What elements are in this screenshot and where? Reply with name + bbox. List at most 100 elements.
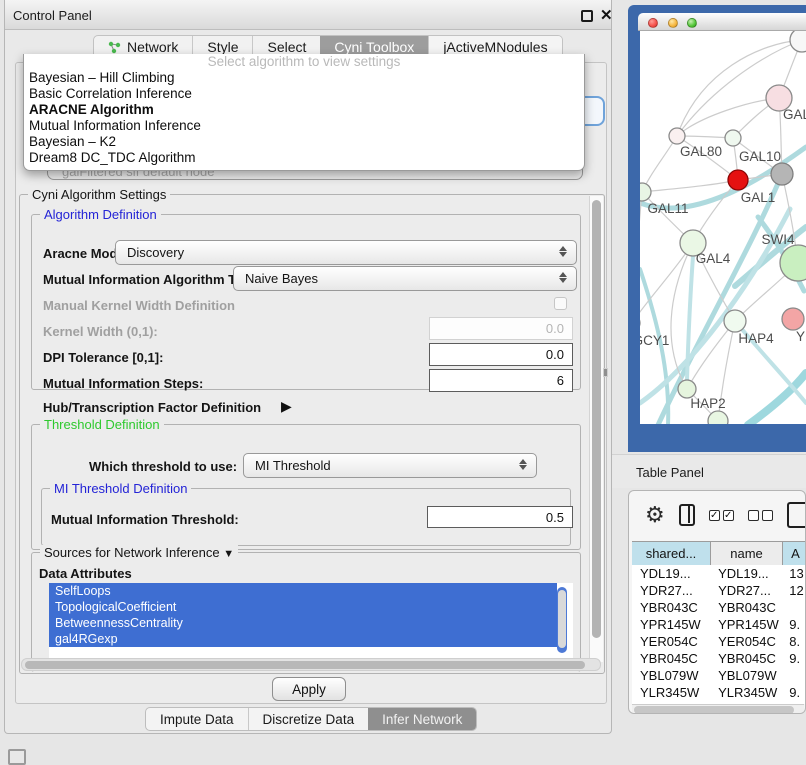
table-header-row: shared...nameA — [632, 541, 806, 566]
network-node[interactable] — [728, 170, 748, 190]
network-graph[interactable]: GAL7GAL80GAL10GAL1GAL11SWI4GAL4GCY1HAP4Y… — [640, 31, 806, 424]
table-cell: YLR345W — [710, 684, 781, 701]
scrollbar-thumb[interactable] — [25, 661, 585, 669]
apply-button[interactable]: Apply — [272, 677, 346, 701]
panel-splitter-grip[interactable] — [603, 368, 608, 377]
network-edge[interactable] — [642, 136, 677, 192]
new-table-icon[interactable] — [787, 502, 805, 528]
column-header[interactable]: shared... — [632, 542, 711, 565]
mi-steps-field[interactable]: 6 — [429, 369, 573, 392]
split-columns-icon[interactable] — [679, 504, 695, 526]
node-label: HAP4 — [738, 331, 774, 346]
data-attribute-item[interactable]: gal4RGexp — [49, 631, 557, 647]
scrollbar-thumb[interactable] — [592, 200, 601, 638]
table-cell: YDL19... — [710, 565, 781, 582]
tab-label: Cyni Toolbox — [334, 39, 414, 55]
scrollbar-thumb[interactable] — [558, 590, 566, 648]
network-view-window[interactable]: GAL7GAL80GAL10GAL1GAL11SWI4GAL4GCY1HAP4Y… — [628, 5, 806, 452]
tab-infer-network[interactable]: Infer Network — [368, 708, 476, 730]
close-traffic-light-icon[interactable] — [648, 18, 658, 28]
hub-definition-label[interactable]: Hub/Transcription Factor Definition — [43, 400, 261, 415]
expand-right-icon[interactable]: ▶ — [281, 398, 292, 415]
network-node[interactable] — [724, 310, 746, 332]
close-icon[interactable]: ✕ — [600, 6, 613, 24]
table-cell: 9. — [781, 684, 806, 701]
network-node[interactable] — [771, 163, 793, 185]
field-value: 0.5 — [546, 510, 564, 525]
table-horizontal-scrollbar[interactable] — [632, 704, 804, 714]
algorithm-option[interactable]: ARACNE Algorithm — [24, 102, 584, 118]
dpi-tolerance-field[interactable]: 0.0 — [429, 343, 573, 366]
table-row[interactable]: YLR345WYLR345W9. — [632, 684, 806, 701]
network-edge[interactable] — [642, 180, 738, 192]
attributes-list-scrollbar[interactable] — [557, 587, 567, 653]
scrollbar-thumb[interactable] — [634, 706, 794, 714]
combo-value: MI Threshold — [255, 458, 331, 473]
stepper-icon — [519, 458, 528, 471]
minimized-panel-icon[interactable] — [8, 749, 26, 765]
manual-kernel-checkbox[interactable] — [554, 297, 567, 310]
node-label: Y — [796, 329, 805, 344]
network-icon — [108, 41, 121, 54]
settings-vertical-scrollbar[interactable] — [589, 196, 603, 662]
table-row[interactable]: YDL19...YDL19...13 — [632, 565, 806, 582]
zoom-traffic-light-icon[interactable] — [687, 18, 697, 28]
minimize-traffic-light-icon[interactable] — [668, 18, 678, 28]
network-node[interactable] — [669, 128, 685, 144]
unchecked-box-icon — [762, 510, 773, 521]
table-cell: YBR045C — [632, 650, 710, 667]
settings-horizontal-scrollbar[interactable] — [21, 658, 601, 671]
collapse-down-icon[interactable]: ▼ — [223, 548, 234, 560]
which-threshold-combo[interactable]: MI Threshold — [243, 453, 537, 478]
float-panel-icon[interactable] — [581, 10, 593, 22]
table-row[interactable]: YBL079WYBL079W — [632, 667, 806, 684]
network-node[interactable] — [782, 308, 804, 330]
deselect-all-icon[interactable] — [748, 510, 773, 521]
algorithm-option[interactable]: Dream8 DC_TDC Algorithm — [24, 150, 584, 166]
combo-value: Discovery — [127, 245, 184, 260]
node-label: GAL80 — [680, 144, 722, 159]
mi-steps-label: Mutual Information Steps: — [43, 376, 203, 391]
table-row[interactable]: YER054CYER054C8. — [632, 633, 806, 650]
table-row[interactable]: YDR27...YDR27...12 — [632, 582, 806, 599]
algorithm-option[interactable]: Bayesian – Hill Climbing — [24, 70, 584, 86]
table-row[interactable]: YBR043CYBR043C — [632, 599, 806, 616]
algorithm-option[interactable]: Bayesian – K2 — [24, 134, 584, 150]
tab-impute-data[interactable]: Impute Data — [146, 708, 248, 730]
table-cell: YBR043C — [710, 599, 781, 616]
network-window-titlebar[interactable] — [638, 13, 806, 31]
network-canvas[interactable]: GAL7GAL80GAL10GAL1GAL11SWI4GAL4GCY1HAP4Y… — [640, 31, 806, 424]
table-row[interactable]: YPR145WYPR145W9. — [632, 616, 806, 633]
column-header[interactable]: A — [783, 542, 806, 565]
network-node[interactable] — [725, 130, 741, 146]
table-cell — [781, 599, 806, 616]
algorithm-option[interactable]: Mutual Information Inference — [24, 118, 584, 134]
node-label: GAL10 — [739, 149, 781, 164]
tab-discretize-data[interactable]: Discretize Data — [248, 708, 369, 730]
kernel-width-field[interactable]: 0.0 — [429, 317, 573, 340]
table-row[interactable]: YBR045CYBR045C9. — [632, 650, 806, 667]
column-header[interactable]: name — [711, 542, 783, 565]
mi-algorithm-type-combo[interactable]: Naive Bayes — [233, 266, 577, 291]
data-attributes-list[interactable]: SelfLoopsTopologicalCoefficientBetweenne… — [49, 583, 573, 661]
stepper-icon — [559, 271, 568, 284]
algorithm-option[interactable]: Basic Correlation Inference — [24, 86, 584, 102]
data-attribute-item[interactable]: SelfLoops — [49, 583, 557, 599]
network-edge[interactable] — [640, 192, 642, 323]
algorithm-dropdown-list[interactable]: Select algorithm to view settings Bayesi… — [23, 54, 585, 171]
mi-threshold-field[interactable]: 0.5 — [427, 506, 573, 528]
network-edge[interactable] — [640, 243, 693, 323]
aracne-mode-combo[interactable]: Discovery — [115, 240, 577, 265]
mi-threshold-label: Mutual Information Threshold: — [51, 512, 239, 527]
network-edge[interactable] — [748, 373, 806, 424]
data-attribute-item[interactable]: BetweennessCentrality — [49, 615, 557, 631]
tab-label: Infer Network — [382, 712, 462, 727]
mi-type-label: Mutual Information Algorithm Type: — [43, 272, 262, 287]
gear-icon[interactable]: ⚙ — [645, 504, 665, 526]
table-cell: YBL079W — [710, 667, 781, 684]
data-attribute-item[interactable]: TopologicalCoefficient — [49, 599, 557, 615]
network-node[interactable] — [790, 31, 806, 52]
select-all-icon[interactable]: ✓ ✓ — [709, 510, 734, 521]
control-panel: Control Panel ✕ Network Style Select Cyn… — [4, 0, 612, 734]
network-node[interactable] — [640, 183, 651, 201]
